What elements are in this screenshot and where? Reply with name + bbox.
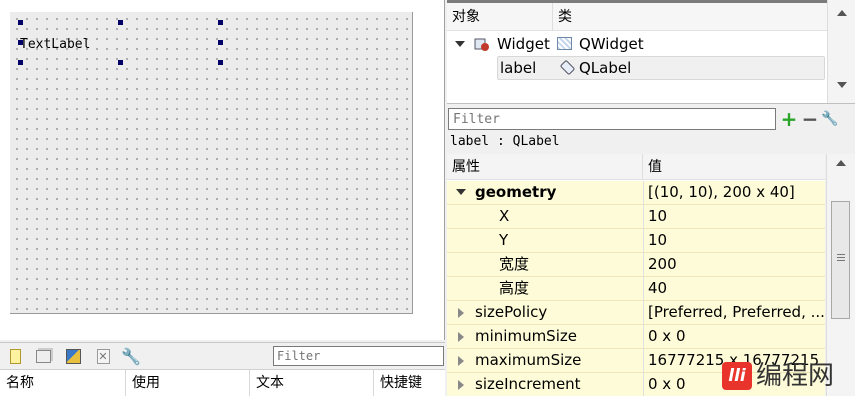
object-inspector-header: 对象 类 — [447, 0, 827, 31]
collapse-arrow-icon[interactable] — [458, 356, 464, 366]
image-icon[interactable] — [64, 347, 82, 365]
property-row-minimumsize[interactable]: minimumSize 0 x 0 — [447, 325, 825, 349]
object-inspector-scrollbar[interactable] — [827, 0, 855, 103]
property-name: 高度 — [499, 279, 530, 297]
expand-arrow-icon[interactable] — [456, 189, 466, 195]
collapse-arrow-icon[interactable] — [458, 308, 464, 318]
watermark-text: 编程网 — [756, 361, 835, 391]
open-icon[interactable] — [34, 347, 52, 365]
new-action-icon[interactable] — [6, 347, 24, 365]
tree-object-name: Widget — [497, 35, 550, 53]
selection-handle[interactable] — [18, 40, 23, 45]
column-header-value[interactable]: 值 — [643, 154, 825, 180]
column-header-text[interactable]: 文本 — [250, 370, 374, 396]
property-value[interactable]: 10 — [643, 205, 825, 228]
designer-window: TextLabel ✕ 🔧 名称 使用 文本 快捷键 对象 类 — [0, 0, 855, 396]
property-row-height[interactable]: 高度 40 — [447, 277, 825, 301]
property-name: sizePolicy — [475, 303, 548, 321]
scroll-down-icon[interactable] — [837, 82, 847, 88]
property-value[interactable]: 200 — [643, 253, 825, 276]
property-name: sizeIncrement — [475, 375, 581, 393]
text-label-widget[interactable]: TextLabel — [20, 37, 90, 52]
selection-handle[interactable] — [18, 60, 23, 65]
collapse-arrow-icon[interactable] — [458, 380, 464, 390]
wrench-icon[interactable]: 🔧 — [121, 347, 141, 366]
column-header-object[interactable]: 对象 — [447, 3, 553, 31]
scroll-up-icon[interactable] — [837, 10, 847, 16]
tree-class-name: QWidget — [579, 35, 644, 53]
property-name: 宽度 — [499, 255, 530, 273]
form-editor-area: TextLabel — [0, 0, 445, 340]
expand-arrow-icon[interactable] — [455, 41, 465, 47]
action-editor-toolbar: ✕ 🔧 — [0, 342, 445, 369]
tree-class-name: QLabel — [579, 59, 632, 77]
property-name: minimumSize — [475, 327, 577, 345]
property-value[interactable]: 40 — [643, 277, 825, 300]
property-row-width[interactable]: 宽度 200 — [447, 253, 825, 277]
property-value[interactable]: 10 — [643, 229, 825, 252]
property-name: maximumSize — [475, 351, 582, 369]
qwidget-class-icon — [557, 37, 572, 50]
property-row-y[interactable]: Y 10 — [447, 229, 825, 253]
selection-handle[interactable] — [18, 20, 23, 25]
wrench-icon[interactable]: 🔧 — [821, 109, 839, 129]
selection-handle[interactable] — [118, 60, 123, 65]
column-header-used[interactable]: 使用 — [126, 370, 250, 396]
column-header-shortcut[interactable]: 快捷键 — [374, 370, 445, 396]
property-editor: + − 🔧 label : QLabel 属性 值 geometry [(10,… — [447, 103, 855, 396]
property-value[interactable]: [(10, 10), 200 x 40] — [643, 181, 825, 204]
object-inspector: 对象 类 Widget QWidget label QLabel — [447, 0, 855, 103]
tree-row-widget[interactable]: Widget QWidget — [447, 32, 827, 56]
selection-handle[interactable] — [218, 20, 223, 25]
selection-handle[interactable] — [218, 60, 223, 65]
watermark-logo: lli — [722, 362, 752, 390]
scroll-up-icon[interactable] — [836, 160, 846, 166]
column-header-property[interactable]: 属性 — [447, 154, 643, 180]
property-table-header: 属性 值 — [447, 154, 825, 180]
property-row-geometry[interactable]: geometry [(10, 10), 200 x 40] — [447, 181, 825, 205]
column-header-name[interactable]: 名称 — [0, 370, 126, 396]
property-editor-object-label: label : QLabel — [450, 134, 560, 149]
property-value[interactable]: [Preferred, Preferred, ... — [643, 301, 825, 324]
tree-object-name: label — [500, 59, 537, 77]
column-header-class[interactable]: 类 — [553, 3, 827, 31]
action-editor-header: 名称 使用 文本 快捷键 — [0, 369, 445, 396]
property-filter-input[interactable] — [448, 108, 776, 130]
minus-icon[interactable]: − — [801, 109, 819, 129]
watermark: lli 编程网 — [722, 360, 852, 394]
action-filter-input[interactable] — [273, 346, 444, 366]
property-name: X — [499, 207, 510, 225]
widget-object-icon — [474, 36, 490, 52]
property-name: geometry — [475, 183, 557, 201]
property-row-x[interactable]: X 10 — [447, 205, 825, 229]
property-row-sizepolicy[interactable]: sizePolicy [Preferred, Preferred, ... — [447, 301, 825, 325]
delete-icon[interactable]: ✕ — [94, 347, 112, 365]
property-name: Y — [499, 231, 509, 249]
property-value[interactable]: 0 x 0 — [643, 325, 825, 348]
form-canvas[interactable]: TextLabel — [10, 12, 413, 314]
plus-icon[interactable]: + — [780, 109, 798, 129]
tag-icon — [559, 59, 576, 76]
tree-row-label[interactable]: label QLabel — [497, 56, 825, 80]
selection-handle[interactable] — [118, 20, 123, 25]
selection-handle[interactable] — [218, 40, 223, 45]
collapse-arrow-icon[interactable] — [458, 332, 464, 342]
scrollbar-thumb[interactable] — [831, 201, 850, 319]
